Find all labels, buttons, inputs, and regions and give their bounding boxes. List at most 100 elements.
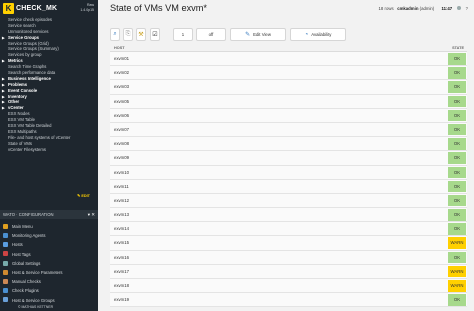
table-row: exvm10 OK [110,165,467,180]
host-link[interactable]: exvm01 [114,52,129,65]
state-badge: OK [448,223,466,235]
sidebar-item-label: Problems [8,81,28,87]
views-snapin: Service check episodes Service search Unmo… [0,17,98,152]
host-link[interactable]: exvm02 [114,66,129,79]
state-badge: OK [448,180,466,193]
version-info: Raw 1.4.0p15 [80,3,94,12]
state-badge: OK [448,152,466,164]
column-header-host[interactable]: HOST [114,46,125,50]
sidebar-item-label: Service Groups (Grid) [8,40,49,46]
table-row: exvm08 OK [110,137,467,152]
wato-menu-item[interactable]: Hosts [0,240,98,249]
table-row: exvm03 OK [110,80,467,95]
wato-item-label: Host & Service Groups [12,297,55,303]
commands-button[interactable]: ⚒ [136,28,146,41]
wato-menu-item[interactable]: Monitoring Agents [0,231,98,240]
sidebar-item-label: Search performance data [8,70,56,76]
top-info: 18 rows cmkadmin (admin) 11:47 ? [379,6,468,11]
username[interactable]: cmkadmin [397,6,418,11]
host-link[interactable]: exvm08 [114,137,129,150]
state-badge: OK [448,95,466,108]
host-link[interactable]: exvm13 [114,208,129,221]
state-badge: OK [448,123,466,136]
page-title: State of VMs VM exvm* [110,3,208,13]
table-row: exvm19 OK [110,293,467,308]
host-link[interactable]: exvm10 [114,166,129,179]
table-row: exvm11 OK [110,179,467,194]
row-count: 18 rows [378,6,394,11]
sidebar-item-label: Metrics [8,58,23,64]
brand[interactable]: K CHECK_MK Raw 1.4.0p15 [0,0,98,17]
pencil-icon: ✎ [245,32,251,38]
table-row: exvm13 OK [110,208,467,223]
search-button[interactable]: ⌕ [110,28,120,41]
wato-title-label: WATO · CONFIGURATION [3,212,54,217]
wato-menu: Main Menu Monitoring Agents Hosts Host Tags… [0,222,98,305]
wato-item-label: Main Menu [12,224,33,229]
host-link[interactable]: exvm19 [114,293,129,306]
wato-menu-item[interactable]: Manual Checks [0,277,98,286]
columns-button[interactable]: ⎘ [123,28,133,41]
host-link[interactable]: exvm09 [114,151,129,164]
host-link[interactable]: exvm07 [114,123,129,136]
table-row: exvm06 OK [110,108,467,123]
host-link[interactable]: exvm03 [114,80,129,93]
table-body: exvm01 OK exvm02 OK exvm03 OK exvm05 OK exvm06 OK… [110,52,467,308]
wato-item-label: Monitoring Agents [12,233,46,239]
table-row: exvm01 OK [110,52,467,67]
sidebar-item-label: ESX Nodes [8,111,30,117]
refresh-toggle[interactable]: off [196,28,226,41]
availability-button[interactable]: ◔ Availability [290,28,346,41]
checkbox-icon: ☑ [152,32,158,38]
state-badge: OK [448,81,466,93]
host-link[interactable]: exvm15 [114,236,129,249]
wato-menu-item[interactable]: Host & Service Parameters [0,268,98,277]
checkbox-button[interactable]: ☑ [150,28,160,41]
wato-menu-item[interactable]: Global Settings [0,259,98,268]
main-content: State of VMs VM exvm* 18 rows cmkadmin (… [98,0,474,311]
host-link[interactable]: exvm17 [114,265,129,278]
table-row: exvm18 WARN [110,279,467,294]
sidebar-item[interactable]: vCenter Filesystems [0,147,98,153]
refresh-interval-value[interactable]: 1 [173,28,193,41]
wato-menu-item[interactable]: Main Menu [0,222,98,231]
host-link[interactable]: exvm14 [114,222,129,235]
sidebar-item-label: vCenter Filesystems [8,146,46,152]
wato-item-label: Host & Service Parameters [12,269,63,275]
host-link[interactable]: exvm12 [114,194,129,207]
host-link[interactable]: exvm16 [114,251,129,264]
columns-icon: ⎘ [125,31,131,37]
sidebar-item-label: Service Groups (Summary) [8,46,59,52]
help-icon[interactable]: ? [466,6,468,11]
snapin-controls-icon[interactable]: ▾ ✕ [88,210,95,219]
table-row: exvm17 WARN [110,264,467,279]
user-role: (admin) [419,6,435,11]
column-header-state[interactable]: STATE [452,46,464,50]
wato-item-icon [3,278,8,284]
table-row: exvm05 OK [110,94,467,109]
wato-item-icon [3,223,8,229]
availability-icon: ◔ [304,31,309,38]
state-badge: WARN [448,237,466,249]
sidebar-item-label: Search Time Graphs [8,64,47,70]
edit-view-button[interactable]: ✎ Edit View [230,28,286,41]
host-link[interactable]: exvm05 [114,95,129,108]
wato-snapin-title[interactable]: WATO · CONFIGURATION ▾ ✕ [0,210,98,219]
edit-label: EDIT [81,194,90,198]
sidebar-footer: © MATHIAS KETTNER [0,303,98,311]
hammer-icon: ⚒ [138,32,144,38]
wato-item-icon [3,260,8,266]
table-row: exvm15 WARN [110,236,467,251]
state-badge: OK [448,67,466,79]
table-row: exvm12 OK [110,193,467,209]
host-link[interactable]: exvm11 [114,180,129,193]
edit-views-link[interactable]: ✎EDIT [77,193,90,198]
wato-menu-item[interactable]: Check Plugins [0,286,98,295]
host-link[interactable]: exvm06 [114,109,129,122]
brand-name: CHECK_MK [16,5,58,12]
clock: 11:47 [441,6,453,11]
sidebar-item-label: ESX Multipaths [8,128,37,134]
host-link[interactable]: exvm18 [114,279,129,292]
wato-menu-item[interactable]: Host Tags [0,250,98,259]
sidebar-item-label: Event Console [8,87,38,93]
